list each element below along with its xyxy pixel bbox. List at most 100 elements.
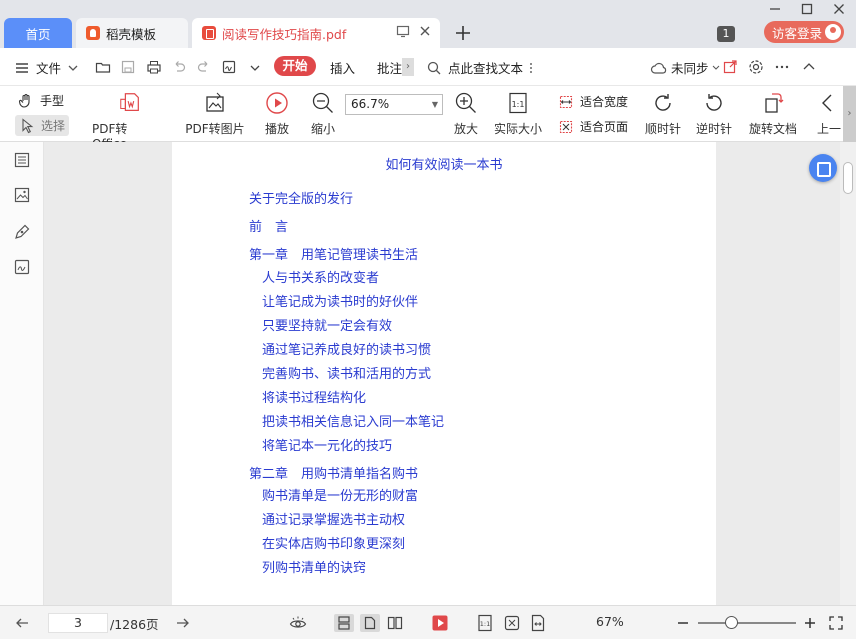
pdf-page: 如何有效阅读一本书 关于完全版的发行 前 言 第一章 用笔记管理读书生活 人与书… xyxy=(172,142,716,605)
fit-width-icon[interactable] xyxy=(529,614,547,632)
sign-doc-icon[interactable] xyxy=(221,59,237,75)
status-bar: 3 /1286页 1:1 67% xyxy=(0,605,856,639)
actual-size-icon: 1:1 xyxy=(506,91,530,115)
toc-entry[interactable]: 把读书相关信息记入同一本笔记 xyxy=(262,411,444,430)
select-tool-label: 选择 xyxy=(41,119,66,133)
toc-entry[interactable]: 让笔记成为读书时的好伙伴 xyxy=(262,291,418,310)
zoom-slider-knob[interactable] xyxy=(725,616,738,629)
fit-page-icon[interactable] xyxy=(503,614,521,632)
rotate-document-icon xyxy=(761,91,785,115)
close-window-icon[interactable] xyxy=(832,2,846,16)
two-page-view-icon[interactable] xyxy=(386,614,404,632)
cloud-sync-icon xyxy=(650,62,667,74)
tab-insert[interactable]: 插入 xyxy=(330,58,355,77)
select-tool-button[interactable]: 选择 xyxy=(15,115,70,136)
minimize-icon[interactable] xyxy=(768,2,782,16)
zoom-level-select[interactable]: 66.7% ▼ xyxy=(345,94,443,115)
outline-list-icon[interactable] xyxy=(13,151,31,169)
previous-page-button[interactable]: 上一 xyxy=(816,91,842,137)
fullscreen-icon[interactable] xyxy=(827,614,845,632)
pdf-to-image-button[interactable]: PDF转图片 xyxy=(184,91,246,137)
rotate-counterclockwise-label: 逆时针 xyxy=(695,122,732,136)
toc-entry[interactable]: 完善购书、读书和活用的方式 xyxy=(262,363,431,382)
eye-protection-icon[interactable] xyxy=(289,614,307,632)
toc-entry[interactable]: 购书清单是一份无形的财富 xyxy=(262,485,418,504)
document-viewport: 如何有效阅读一本书 关于完全版的发行 前 言 第一章 用笔记管理读书生活 人与书… xyxy=(44,142,840,605)
next-page-arrow-icon[interactable] xyxy=(174,614,192,632)
zoom-out-button[interactable]: 缩小 xyxy=(308,91,338,137)
zoom-level-value: 66.7% xyxy=(351,97,390,111)
single-page-view-icon[interactable] xyxy=(360,614,380,632)
actual-size-button[interactable]: 1:1 实际大小 xyxy=(492,91,544,137)
toc-entry[interactable]: 通过记录掌握选书主动权 xyxy=(262,509,405,528)
zoom-in-plus-icon[interactable] xyxy=(801,614,819,632)
print-icon[interactable] xyxy=(146,59,162,75)
new-tab-button[interactable] xyxy=(452,22,474,44)
tab-annotate[interactable]: 批注 xyxy=(377,58,402,77)
play-slideshow-icon[interactable] xyxy=(431,614,449,632)
open-folder-icon[interactable] xyxy=(95,59,111,75)
sync-status-button[interactable]: 未同步 xyxy=(650,58,721,77)
toc-entry[interactable]: 列购书清单的诀窍 xyxy=(262,557,366,576)
save-icon[interactable] xyxy=(120,59,136,75)
toc-entry[interactable]: 将笔记本一元化的技巧 xyxy=(262,435,392,454)
search-text-button[interactable]: 点此查找文本 xyxy=(426,58,535,77)
toc-entry[interactable]: 前 言 xyxy=(249,216,288,235)
zoom-out-minus-icon[interactable] xyxy=(674,614,692,632)
guest-login-button[interactable]: 访客登录 xyxy=(764,21,844,43)
toolbar-scroll-right-icon[interactable]: › xyxy=(843,86,856,142)
window-count-badge[interactable]: 1 xyxy=(717,26,735,42)
floating-convert-button[interactable] xyxy=(809,154,837,182)
continuous-view-icon[interactable] xyxy=(334,614,354,632)
annotation-pen-icon[interactable] xyxy=(13,223,31,241)
float-window-icon[interactable] xyxy=(396,24,410,38)
toc-entry[interactable]: 将读书过程结构化 xyxy=(262,387,366,406)
toc-entry[interactable]: 通过笔记养成良好的读书习惯 xyxy=(262,339,431,358)
maximize-icon[interactable] xyxy=(800,2,814,16)
page-number-input[interactable]: 3 xyxy=(48,613,108,633)
fit-page-button[interactable]: 适合页面 xyxy=(558,118,628,135)
rotate-clockwise-button[interactable]: 顺时针 xyxy=(644,91,682,137)
rotate-counterclockwise-icon xyxy=(702,91,726,115)
title-bar: 首页 稻壳模板 阅读写作技巧指南.pdf 1 访客登录 xyxy=(0,0,856,48)
close-tab-icon[interactable] xyxy=(418,24,432,38)
more-options-icon[interactable] xyxy=(774,59,790,75)
undo-icon[interactable] xyxy=(171,59,187,75)
share-icon[interactable] xyxy=(722,59,738,75)
rotate-document-label: 旋转文档 xyxy=(748,122,797,136)
toc-chapter[interactable]: 第二章 用购书清单指名购书 xyxy=(249,463,418,482)
fit-width-button[interactable]: 适合宽度 xyxy=(558,93,628,110)
tab-home[interactable]: 首页 xyxy=(4,18,72,48)
file-menu[interactable]: 文件 xyxy=(14,58,79,77)
actual-size-icon[interactable]: 1:1 xyxy=(476,614,494,632)
hand-tool-button[interactable]: 手型 xyxy=(18,92,64,109)
arrow-left-icon xyxy=(817,91,841,115)
rotate-document-button[interactable]: 旋转文档 xyxy=(746,91,800,137)
signature-icon[interactable] xyxy=(13,258,31,276)
zoom-in-icon xyxy=(454,91,478,115)
zoom-slider-track[interactable] xyxy=(698,622,796,624)
scrollbar-thumb[interactable] xyxy=(843,162,853,194)
file-menu-label: 文件 xyxy=(36,61,62,76)
rotate-clockwise-label: 顺时针 xyxy=(644,122,681,136)
tab-templates[interactable]: 稻壳模板 xyxy=(76,18,188,48)
menu-scroll-right-icon[interactable]: › xyxy=(402,58,414,76)
collapse-ribbon-icon[interactable] xyxy=(801,59,817,75)
thumbnail-image-icon[interactable] xyxy=(13,186,31,204)
toc-entry[interactable]: 只要坚持就一定会有效 xyxy=(262,315,392,334)
chevron-down-icon xyxy=(68,65,78,71)
rotate-counterclockwise-button[interactable]: 逆时针 xyxy=(695,91,733,137)
vertical-scrollbar[interactable] xyxy=(840,142,856,605)
more-dropdown-icon[interactable] xyxy=(247,59,263,75)
toc-entry[interactable]: 在实体店购书印象更深刻 xyxy=(262,533,405,552)
toc-entry[interactable]: 关于完全版的发行 xyxy=(249,188,353,207)
toc-chapter[interactable]: 第一章 用笔记管理读书生活 xyxy=(249,244,418,263)
prev-page-arrow-icon[interactable] xyxy=(13,614,31,632)
zoom-in-button[interactable]: 放大 xyxy=(452,91,480,137)
redo-icon[interactable] xyxy=(196,59,212,75)
tab-start[interactable]: 开始 xyxy=(274,56,316,76)
play-button[interactable]: 播放 xyxy=(262,91,292,137)
toc-entry[interactable]: 人与书关系的改变者 xyxy=(262,267,379,286)
tab-document[interactable]: 阅读写作技巧指南.pdf xyxy=(192,18,440,48)
settings-gear-icon[interactable] xyxy=(748,59,764,75)
